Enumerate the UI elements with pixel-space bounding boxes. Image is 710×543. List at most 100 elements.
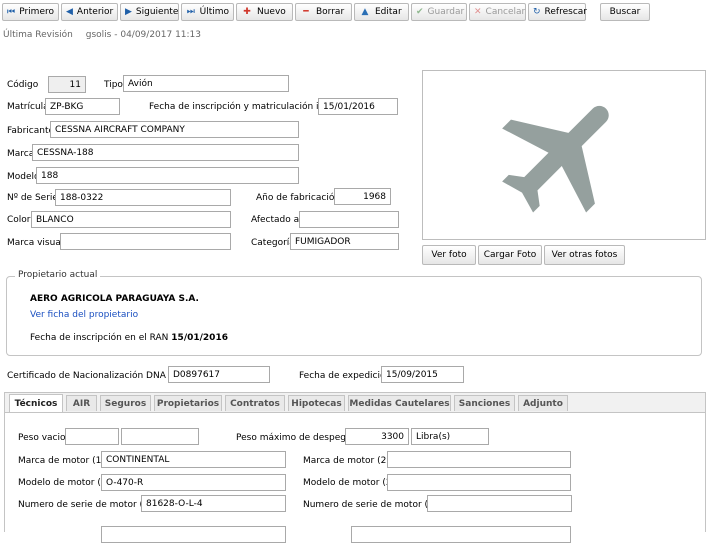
peso-max-field[interactable]: 3300 <box>345 428 409 445</box>
marca-visual-field[interactable] <box>60 233 231 250</box>
tab-contratos[interactable]: Contratos <box>225 395 285 411</box>
expedicion-label: Fecha de expedición <box>299 371 392 381</box>
serie-motor1-field[interactable]: 81628-O-L-4 <box>141 495 286 512</box>
codigo-field: 11 <box>48 76 86 93</box>
refresh-label: Refrescar <box>544 7 587 17</box>
owner-link[interactable]: Ver ficha del propietario <box>30 310 138 320</box>
fecha-inscripcion-field[interactable]: 15/01/2016 <box>318 98 398 115</box>
matricula-field[interactable]: ZP-BKG <box>45 98 120 115</box>
check-icon: ✔ <box>416 7 424 17</box>
refresh-button[interactable]: ↻ Refrescar <box>528 3 587 21</box>
last-button[interactable]: ⏭ Último <box>181 3 234 21</box>
marca-label: Marca <box>7 149 35 159</box>
afectado-label: Afectado a <box>251 215 300 225</box>
tipo-field[interactable]: Avión <box>123 75 289 92</box>
save-label: Guardar <box>427 7 465 17</box>
first-label: Primero <box>19 7 54 17</box>
certificado-label: Certificado de Nacionalización DNA Nº <box>7 371 180 381</box>
save-button[interactable]: ✔ Guardar <box>411 3 467 21</box>
delete-label: Borrar <box>316 7 345 17</box>
tab-adjunto[interactable]: Adjunto <box>518 395 568 411</box>
expedicion-field[interactable]: 15/09/2015 <box>381 366 464 383</box>
next-row-field-1[interactable] <box>101 526 286 543</box>
first-button[interactable]: ⏮ Primero <box>2 3 59 21</box>
nro-serie-label: Nº de Serie <box>7 193 58 203</box>
search-button[interactable]: Buscar <box>600 3 650 21</box>
marca-motor1-field[interactable]: CONTINENTAL <box>101 451 286 468</box>
peso-vacio-field[interactable] <box>65 428 119 445</box>
modelo-motor1-label: Modelo de motor (1) <box>18 478 111 488</box>
edit-label: Editar <box>375 7 402 17</box>
serie-motor2-field[interactable] <box>427 495 572 512</box>
tab-sanciones[interactable]: Sanciones <box>454 395 515 411</box>
modelo-motor2-field[interactable] <box>387 474 571 491</box>
marca-visual-label: Marca visual <box>7 238 64 248</box>
certificado-field[interactable]: D0897617 <box>168 366 270 383</box>
fecha-inscripcion-label: Fecha de inscripción y matriculación ini… <box>149 102 343 112</box>
peso-vacio-label: Peso vacio <box>18 433 66 443</box>
owner-legend: Propietario actual <box>15 270 101 280</box>
modelo-field[interactable]: 188 <box>36 167 299 184</box>
marca-motor2-field[interactable] <box>387 451 571 468</box>
previous-button[interactable]: ◀ Anterior <box>61 3 118 21</box>
serie-motor1-label: Numero de serie de motor (1) <box>18 500 153 510</box>
categoria-label: Categoría <box>251 238 295 248</box>
tab-hipotecas[interactable]: Hipotecas <box>288 395 345 411</box>
categoria-field[interactable]: FUMIGADOR <box>290 233 399 250</box>
peso-max-label: Peso máximo de despegue <box>236 433 358 443</box>
aircraft-photo <box>422 70 706 240</box>
close-icon: ✕ <box>474 7 482 17</box>
last-icon: ⏭ <box>186 7 195 17</box>
tab-tecnicos[interactable]: Técnicos <box>9 394 63 412</box>
next-icon: ▶ <box>125 7 132 17</box>
tab-seguros[interactable]: Seguros <box>100 395 151 411</box>
upload-photo-button[interactable]: Cargar Foto <box>478 245 542 265</box>
new-button[interactable]: ✚ Nuevo <box>236 3 293 21</box>
anio-fabricacion-field[interactable]: 1968 <box>334 188 391 205</box>
new-label: Nuevo <box>257 7 286 17</box>
airplane-icon <box>502 105 609 213</box>
search-label: Buscar <box>609 7 641 17</box>
color-field[interactable]: BLANCO <box>31 211 231 228</box>
modelo-motor1-field[interactable]: O-470-R <box>101 474 286 491</box>
fabricante-label: Fabricante <box>7 126 55 136</box>
previous-label: Anterior <box>76 7 114 17</box>
owner-date-value: 15/01/2016 <box>171 333 228 343</box>
revision-user: gsolis <box>85 30 112 40</box>
owner-date: Fecha de inscripción en el RAN 15/01/201… <box>30 333 228 343</box>
owner-date-label: Fecha de inscripción en el RAN <box>30 333 169 343</box>
tab-air[interactable]: AIR <box>66 395 97 411</box>
plus-icon: ✚ <box>243 7 251 17</box>
matricula-label: Matrícula <box>7 102 49 112</box>
tab-propietarios[interactable]: Propietarios <box>154 395 222 411</box>
delete-button[interactable]: ━ Borrar <box>295 3 352 21</box>
owner-name: AERO AGRICOLA PARAGUAYA S.A. <box>30 294 199 304</box>
afectado-field[interactable] <box>299 211 399 228</box>
revision-label: Última Revisión <box>3 30 73 40</box>
modelo-label: Modelo <box>7 172 40 182</box>
marca-field[interactable]: CESSNA-188 <box>32 144 299 161</box>
edit-icon: ▲ <box>361 7 369 17</box>
tipo-label: Tipo <box>104 80 123 90</box>
cancel-button[interactable]: ✕ Cancelar <box>469 3 526 21</box>
fabricante-field[interactable]: CESSNA AIRCRAFT COMPANY <box>50 121 299 138</box>
next-button[interactable]: ▶ Siguiente <box>120 3 179 21</box>
previous-icon: ◀ <box>66 7 73 17</box>
tab-medidas-cautelares[interactable]: Medidas Cautelares <box>348 395 451 411</box>
anio-fabricacion-label: Año de fabricación <box>256 193 341 203</box>
view-other-photos-button[interactable]: Ver otras fotos <box>544 245 625 265</box>
next-row-field-2[interactable] <box>351 526 571 543</box>
minus-icon: ━ <box>303 7 309 17</box>
view-photo-button[interactable]: Ver foto <box>422 245 476 265</box>
nro-serie-field[interactable]: 188-0322 <box>55 189 231 206</box>
peso-max-unit[interactable]: Libra(s) <box>411 428 489 445</box>
edit-button[interactable]: ▲ Editar <box>354 3 409 21</box>
revision-date: 04/09/2017 11:13 <box>120 30 202 40</box>
modelo-motor2-label: Modelo de motor (2) <box>303 478 396 488</box>
revision-info: Última Revisión gsolis - 04/09/2017 11:1… <box>3 30 202 40</box>
cancel-label: Cancelar <box>485 7 526 17</box>
last-label: Último <box>199 7 229 17</box>
first-icon: ⏮ <box>7 7 16 17</box>
next-label: Siguiente <box>135 7 179 17</box>
peso-vacio-unit[interactable] <box>121 428 199 445</box>
